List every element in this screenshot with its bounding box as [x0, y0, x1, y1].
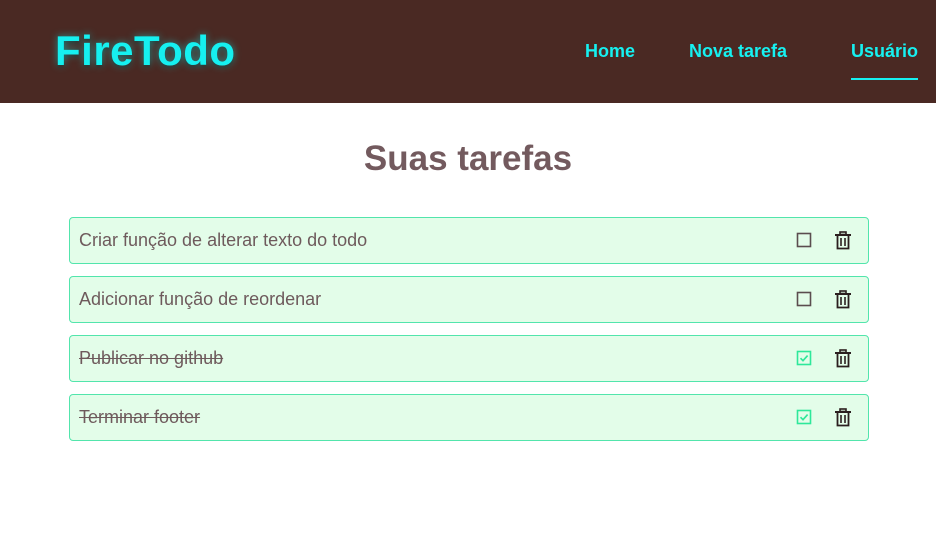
todo-item: Criar função de alterar texto do todo [69, 217, 869, 264]
nav-user-link[interactable]: Usuário [851, 40, 918, 62]
app-header: FireTodo Home Nova tarefa Usuário [0, 0, 936, 103]
todo-item: Adicionar função de reordenar [69, 276, 869, 323]
todo-text[interactable]: Criar função de alterar texto do todo [79, 230, 367, 251]
page-title: Suas tarefas [363, 139, 573, 178]
todo-text[interactable]: Publicar no github [79, 348, 223, 369]
todo-text[interactable]: Adicionar função de reordenar [79, 289, 321, 310]
square-icon[interactable] [796, 291, 812, 307]
todo-list: Criar função de alterar texto do todo Ad… [69, 217, 869, 453]
todo-item: Publicar no github [69, 335, 869, 382]
nav-home-link[interactable]: Home [585, 40, 635, 62]
check-square-icon[interactable] [796, 350, 812, 366]
nav-new-task-link[interactable]: Nova tarefa [689, 40, 787, 62]
trash-icon[interactable] [834, 349, 852, 368]
check-square-icon[interactable] [796, 409, 812, 425]
square-icon[interactable] [796, 232, 812, 248]
todo-item: Terminar footer [69, 394, 869, 441]
nav-active-indicator [851, 78, 918, 80]
trash-icon[interactable] [834, 408, 852, 427]
app-logo[interactable]: FireTodo [55, 26, 236, 76]
trash-icon[interactable] [834, 231, 852, 250]
trash-icon[interactable] [834, 290, 852, 309]
todo-text[interactable]: Terminar footer [79, 407, 200, 428]
